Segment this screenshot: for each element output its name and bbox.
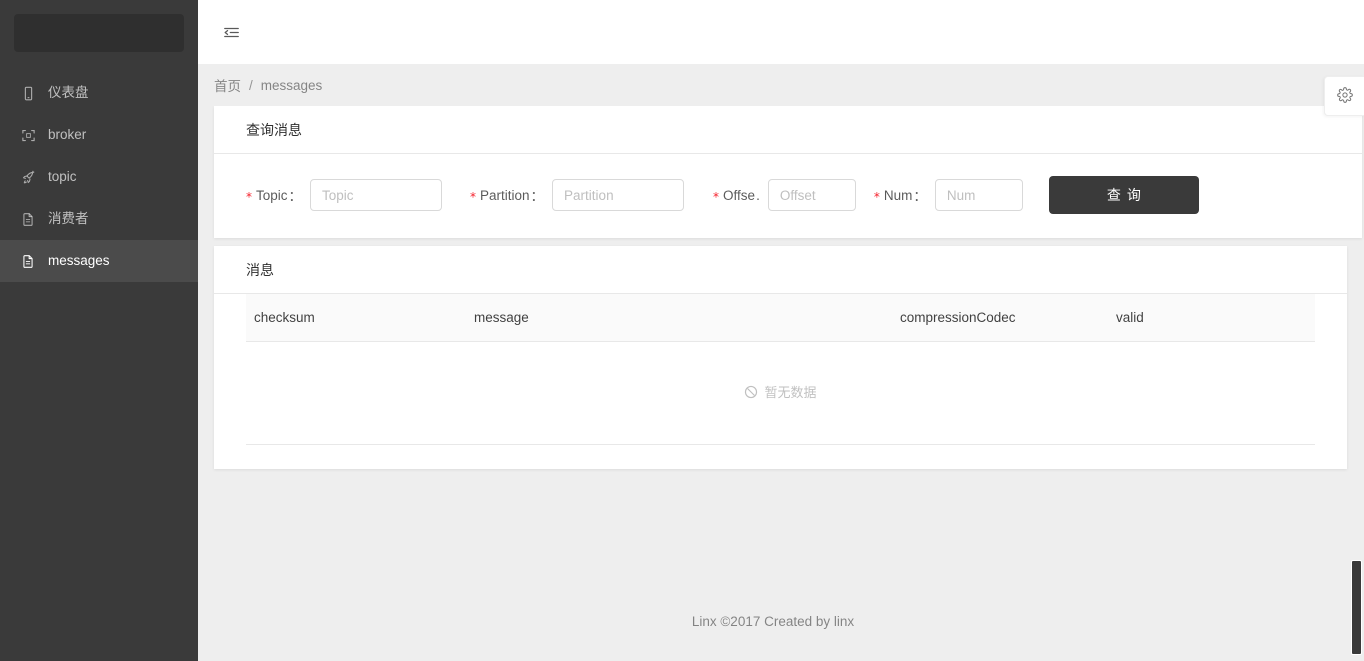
offset-input[interactable] <box>767 179 856 211</box>
partition-label-text: Partition <box>480 187 530 203</box>
content-area: 查询消息 * Topic ： Topic * Partition ： Parti… <box>198 106 1364 661</box>
menu-fold-icon[interactable] <box>218 19 244 45</box>
logo-placeholder[interactable] <box>14 14 184 52</box>
column-header-message: message <box>466 294 892 342</box>
top-header <box>198 0 1364 64</box>
mobile-icon <box>20 85 36 101</box>
partition-field-group: * Partition ： <box>470 179 685 211</box>
breadcrumb-current: messages <box>260 77 323 93</box>
breadcrumb: 首页 / messages <box>198 64 1364 106</box>
rocket-icon <box>20 169 36 185</box>
required-asterisk-icon: * <box>873 190 880 204</box>
sidebar-item-dashboard[interactable]: 仪表盘 <box>0 72 198 114</box>
page-scrollbar-track[interactable] <box>1348 0 1364 661</box>
table-body: 暂无数据 <box>246 341 1315 445</box>
empty-state: 暂无数据 <box>744 382 817 401</box>
file-icon <box>20 253 36 269</box>
partition-label-colon: ： <box>530 189 545 204</box>
offset-field-group: * Offse . <box>713 179 856 211</box>
sidebar-item-label: 消费者 <box>48 211 89 227</box>
num-label: * Num ： <box>874 185 935 205</box>
sidebar-item-topic[interactable]: topic <box>0 156 198 198</box>
partition-label: * Partition ： <box>470 185 552 205</box>
offset-label-colon: . <box>756 187 760 203</box>
query-form: * Topic ： * Partition ： <box>246 176 1330 214</box>
main-area: 首页 / messages 查询消息 * Topic ： Topic * Par… <box>198 0 1364 661</box>
sidebar-menu: 仪表盘 broker topic 消费者 messages <box>0 72 198 282</box>
no-data-icon <box>745 385 758 398</box>
query-message-card: 查询消息 * Topic ： Topic * Partition ： Parti… <box>214 106 1362 238</box>
required-asterisk-icon: * <box>713 190 720 204</box>
topic-label-colon: ： <box>288 189 303 204</box>
app-root: 仪表盘 broker topic 消费者 messages 首页 / messa… <box>0 0 1364 661</box>
file-icon <box>20 211 36 227</box>
breadcrumb-home[interactable]: 首页 <box>214 75 241 95</box>
page-scrollbar-thumb[interactable] <box>1351 560 1362 655</box>
query-card-header: 查询消息 <box>214 106 1362 154</box>
messages-card-title: 消息 <box>246 261 274 278</box>
page-footer: Linx ©2017 Created by linx <box>198 596 1348 651</box>
table-header: checksum message compressionCodec valid <box>246 294 1315 342</box>
num-label-text: Num <box>883 187 913 203</box>
empty-state-text: 暂无数据 <box>764 385 817 400</box>
column-header-checksum: checksum <box>246 294 466 342</box>
offset-label-text: Offse <box>723 187 756 203</box>
query-submit-button[interactable]: 查询 <box>1048 176 1199 214</box>
empty-state-cell: 暂无数据 <box>246 341 1315 445</box>
messages-card-header: 消息 <box>214 246 1347 294</box>
sidebar-item-label: broker <box>48 127 87 143</box>
column-header-compressioncodec: compressionCodec <box>892 294 1108 342</box>
messages-table: checksum message compressionCodec valid <box>246 294 1315 445</box>
scan-icon <box>20 127 36 143</box>
required-asterisk-icon: * <box>470 190 477 204</box>
messages-card: 消息 checksum message compressionCodec val… <box>214 246 1347 469</box>
sidebar-item-label: messages <box>48 253 110 269</box>
num-input[interactable] <box>934 179 1023 211</box>
topic-field-group: * Topic ： <box>246 179 443 211</box>
footer-text: Linx ©2017 Created by linx <box>691 614 855 629</box>
topic-label-text: Topic <box>256 187 288 203</box>
sidebar-item-messages[interactable]: messages <box>0 240 198 282</box>
table-header-row: checksum message compressionCodec valid <box>246 294 1315 342</box>
topic-label: * Topic ： <box>246 185 310 205</box>
num-field-group: * Num ： <box>874 179 1023 211</box>
topic-input[interactable] <box>310 179 443 211</box>
breadcrumb-separator: / <box>249 77 253 93</box>
num-label-colon: ： <box>913 189 927 204</box>
sidebar-item-consumer[interactable]: 消费者 <box>0 198 198 240</box>
offset-label: * Offse . <box>713 187 768 204</box>
required-asterisk-icon: * <box>246 190 252 204</box>
query-card-body: * Topic ： * Partition ： <box>214 154 1362 238</box>
sidebar-item-broker[interactable]: broker <box>0 114 198 156</box>
messages-table-container: checksum message compressionCodec valid <box>214 294 1347 469</box>
logo-container <box>0 0 198 52</box>
sidebar-item-label: topic <box>48 169 77 185</box>
sidebar: 仪表盘 broker topic 消费者 messages <box>0 0 198 661</box>
sidebar-item-label: 仪表盘 <box>48 85 89 101</box>
table-empty-row: 暂无数据 <box>246 341 1315 445</box>
partition-input[interactable] <box>552 179 685 211</box>
query-card-title: 查询消息 <box>246 121 302 138</box>
column-header-valid: valid <box>1108 294 1315 342</box>
